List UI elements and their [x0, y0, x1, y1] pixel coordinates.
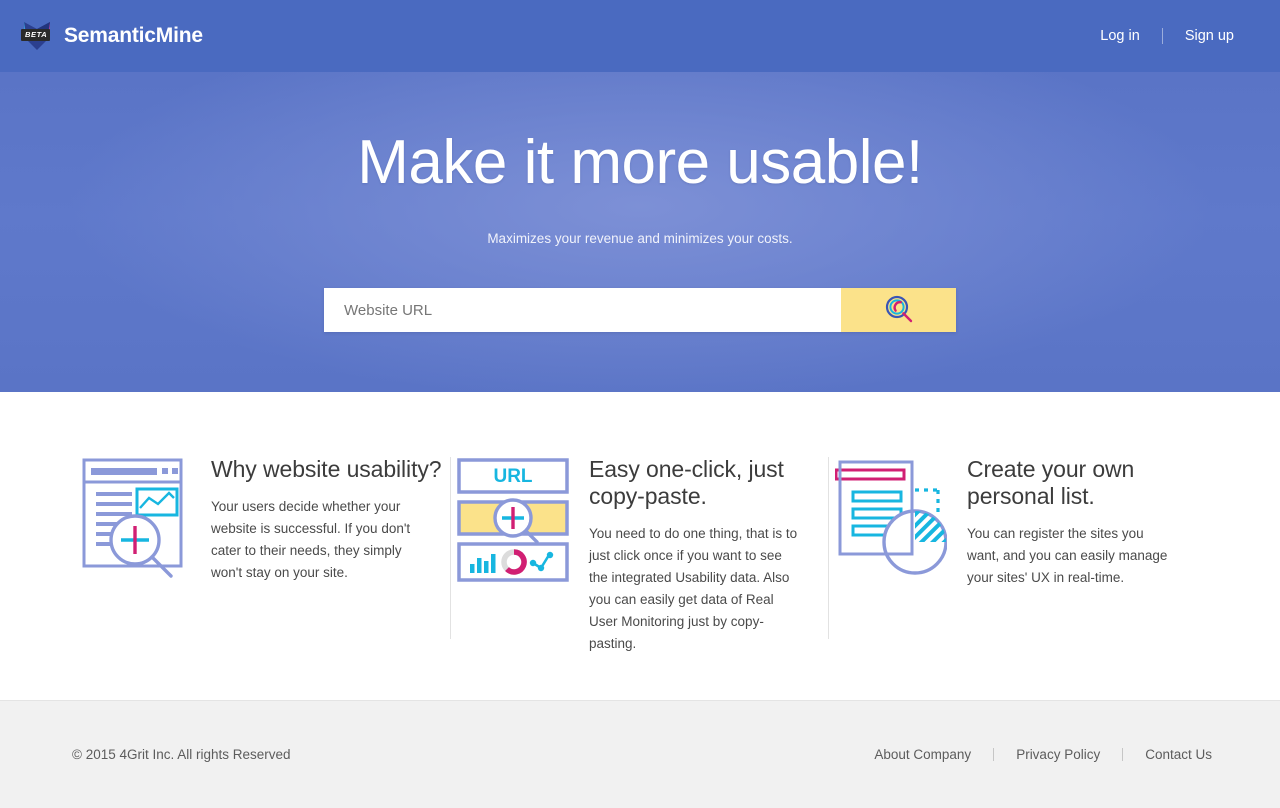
- header-nav: Log in Sign up: [1078, 28, 1256, 44]
- copyright-text: © 2015 4Grit Inc. All rights Reserved: [72, 747, 291, 762]
- login-link[interactable]: Log in: [1078, 28, 1162, 44]
- signup-link[interactable]: Sign up: [1163, 28, 1256, 44]
- contact-us-link[interactable]: Contact Us: [1123, 747, 1212, 762]
- hero-title: Make it more usable!: [357, 128, 923, 197]
- svg-text:URL: URL: [493, 466, 532, 487]
- feature-why-website-usability: Why website usability? Your users decide…: [73, 454, 451, 589]
- hero-section: Make it more usable! Maximizes your reve…: [0, 72, 1280, 392]
- browser-window-magnifier-icon: [79, 454, 191, 589]
- features-section: Why website usability? Your users decide…: [0, 392, 1280, 700]
- star-burst-logo-icon: BETA: [20, 20, 54, 52]
- feature-title: Create your own personal list.: [967, 456, 1135, 510]
- feature-text: Your users decide whether your website i…: [211, 499, 411, 580]
- feature-easy-one-click: URL Easy one-click, just copy-paste. You…: [450, 454, 829, 654]
- brand-logo-link[interactable]: BETA SemanticMine: [20, 20, 203, 52]
- feature-personal-list: Create your own personal list. You can r…: [828, 454, 1207, 639]
- hero-subtitle: Maximizes your revenue and minimizes you…: [487, 231, 793, 246]
- search-input[interactable]: [324, 288, 841, 332]
- about-company-link[interactable]: About Company: [852, 747, 993, 762]
- document-list-circle-icon: [834, 454, 948, 589]
- site-footer: © 2015 4Grit Inc. All rights Reserved Ab…: [0, 700, 1280, 808]
- feature-text: You need to do one thing, that is to jus…: [589, 526, 798, 651]
- privacy-policy-link[interactable]: Privacy Policy: [994, 747, 1122, 762]
- brand-name: SemanticMine: [64, 24, 203, 47]
- feature-title: Easy one-click, just copy-paste.: [589, 456, 784, 510]
- footer-links: About Company Privacy Policy Contact Us: [852, 747, 1212, 762]
- feature-body: Why website usability? Your users decide…: [211, 454, 445, 589]
- beta-badge: BETA: [21, 29, 51, 41]
- feature-body: Create your own personal list. You can r…: [967, 454, 1201, 589]
- feature-body: Easy one-click, just copy-paste. You nee…: [589, 454, 823, 654]
- search-button[interactable]: [841, 288, 956, 332]
- site-header: BETA SemanticMine Log in Sign up: [0, 0, 1280, 72]
- feature-text: You can register the sites you want, and…: [967, 526, 1168, 585]
- url-bar-charts-icon: URL: [457, 454, 569, 654]
- url-search-bar: [324, 288, 956, 332]
- magnifier-search-icon: [883, 293, 915, 328]
- feature-title: Why website usability?: [211, 456, 442, 482]
